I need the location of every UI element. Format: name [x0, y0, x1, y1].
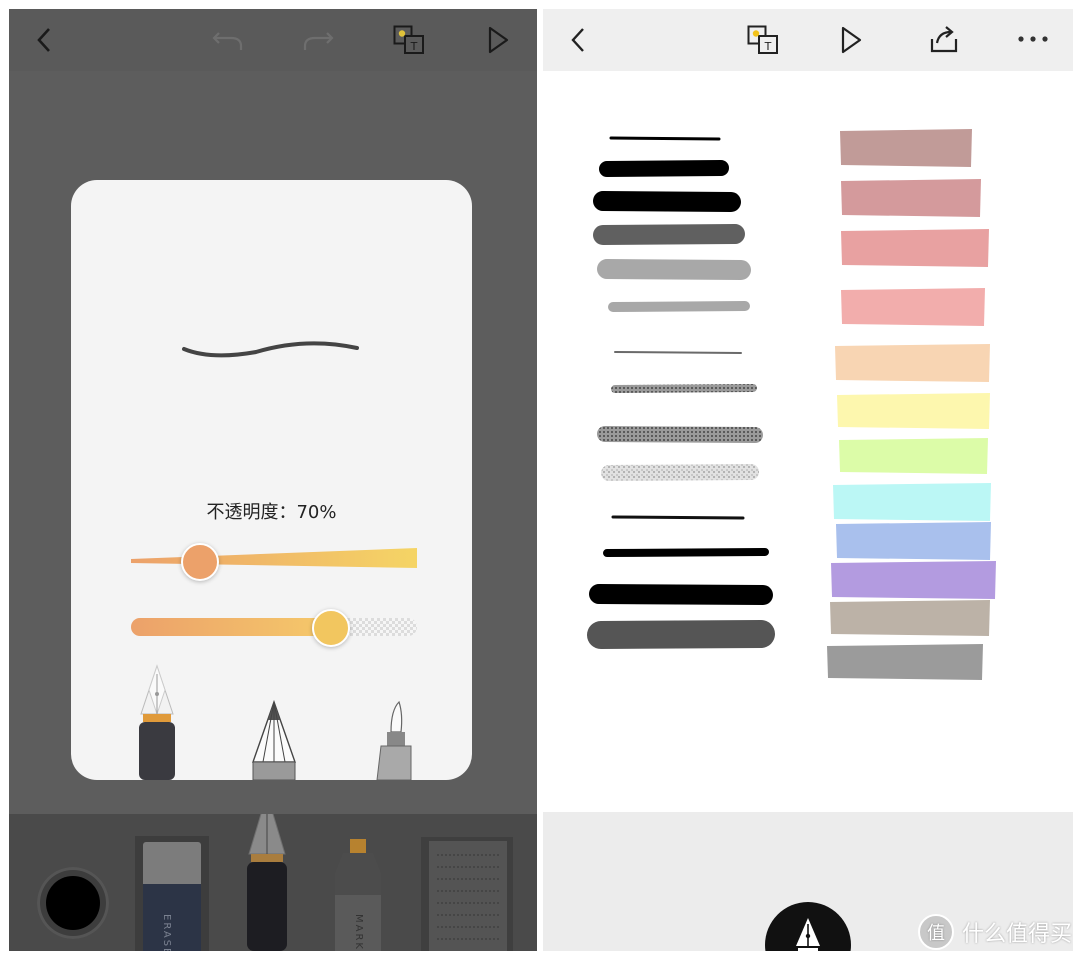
translate-icon[interactable]: T: [747, 25, 779, 55]
fountain-pen-selected-icon[interactable]: [241, 814, 293, 951]
opacity-label: 不透明度：70%: [206, 502, 337, 523]
size-slider-track: [131, 548, 417, 568]
ink-stroke: [587, 620, 775, 649]
opacity-slider-knob[interactable]: [312, 609, 351, 647]
ink-stroke: [611, 384, 757, 393]
highlighter-samples: [827, 129, 996, 680]
color-well-button[interactable]: [37, 867, 109, 939]
pencil-icon[interactable]: [249, 700, 299, 780]
top-toolbar: T: [543, 9, 1073, 71]
redo-icon[interactable]: [301, 27, 335, 53]
ink-stroke: [599, 160, 729, 177]
paper-icon[interactable]: [421, 837, 513, 951]
drawing-canvas[interactable]: [543, 71, 1073, 812]
watermark: 值 什么值得买: [917, 912, 1072, 952]
left-phone-screen: T 不透明度：70% ERASE MARK: [9, 9, 537, 951]
ink-stroke: [593, 191, 741, 212]
ink-stroke: [601, 464, 759, 481]
highlighter-stroke: [836, 522, 991, 560]
bottom-tool-tray: ERASE MARK: [9, 814, 537, 951]
eraser-label: ERASE: [161, 914, 172, 951]
highlighter-stroke: [835, 344, 990, 382]
highlighter-stroke: [839, 438, 988, 474]
highlighter-stroke: [841, 288, 985, 326]
highlighter-stroke: [830, 600, 990, 636]
current-color-dot: [46, 876, 100, 930]
highlighter-stroke: [837, 393, 990, 429]
play-icon[interactable]: [840, 25, 864, 55]
translate-icon[interactable]: T: [393, 25, 425, 55]
highlighter-stroke: [833, 483, 991, 521]
brush-pen-icon[interactable]: [373, 700, 413, 780]
watermark-logo: 值: [917, 914, 954, 950]
ink-stroke: [609, 136, 721, 141]
highlighter-stroke: [831, 561, 996, 599]
share-icon[interactable]: [929, 23, 959, 55]
svg-text:T: T: [764, 40, 772, 53]
svg-text:T: T: [410, 40, 418, 53]
highlighter-stroke: [827, 644, 983, 680]
ink-stroke-samples: [587, 136, 775, 649]
ink-stroke: [597, 259, 751, 280]
brush-settings-popup: 不透明度：70%: [71, 180, 472, 780]
fountain-pen-icon: [796, 918, 820, 951]
opacity-slider[interactable]: [131, 609, 417, 647]
undo-icon[interactable]: [211, 27, 245, 53]
marker-label: MARK: [353, 914, 364, 951]
ink-stroke: [589, 584, 773, 605]
ink-stroke: [608, 301, 750, 312]
highlighter-stroke: [841, 179, 981, 217]
back-icon[interactable]: [33, 25, 57, 55]
ink-stroke: [614, 351, 742, 354]
size-slider[interactable]: [131, 543, 417, 581]
top-toolbar: T: [9, 9, 537, 71]
ink-stroke: [593, 224, 745, 245]
size-slider-knob[interactable]: [180, 543, 219, 581]
highlighter-stroke: [840, 129, 972, 167]
stroke-preview: [182, 341, 359, 358]
ink-stroke: [597, 426, 763, 443]
eraser-icon[interactable]: [135, 836, 209, 951]
more-icon[interactable]: [1016, 33, 1050, 45]
highlighter-stroke: [841, 229, 989, 267]
right-phone-screen: T: [543, 9, 1073, 951]
back-icon[interactable]: [567, 25, 591, 55]
opacity-slider-track: [131, 618, 417, 636]
ink-stroke: [603, 548, 769, 557]
fountain-pen-icon[interactable]: [133, 664, 181, 780]
ink-stroke: [611, 515, 745, 520]
watermark-text: 什么值得买: [961, 922, 1072, 947]
play-icon[interactable]: [487, 25, 511, 55]
